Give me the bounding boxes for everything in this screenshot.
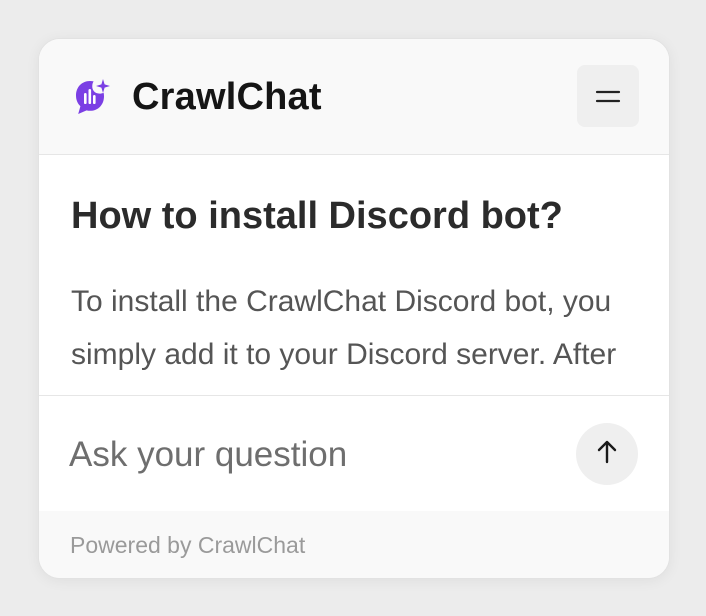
question-input[interactable] — [69, 426, 549, 484]
arrow-up-icon — [595, 439, 619, 470]
composer — [39, 395, 669, 512]
conversation-area[interactable]: How to install Discord bot? To install t… — [39, 155, 669, 395]
menu-icon — [595, 86, 621, 106]
widget-footer: Powered by CrawlChat — [39, 511, 669, 578]
crawlchat-logo-icon — [73, 77, 113, 117]
send-button[interactable] — [576, 423, 638, 485]
brand-name: CrawlChat — [132, 76, 322, 118]
widget-header: CrawlChat — [39, 39, 669, 155]
answer-text: To install the CrawlChat Discord bot, yo… — [71, 285, 617, 395]
powered-by-text: Powered by CrawlChat — [70, 532, 306, 558]
chat-widget: CrawlChat How to install Discord bot? To… — [38, 38, 670, 579]
question-title: How to install Discord bot? — [71, 195, 563, 237]
menu-button[interactable] — [577, 65, 639, 127]
